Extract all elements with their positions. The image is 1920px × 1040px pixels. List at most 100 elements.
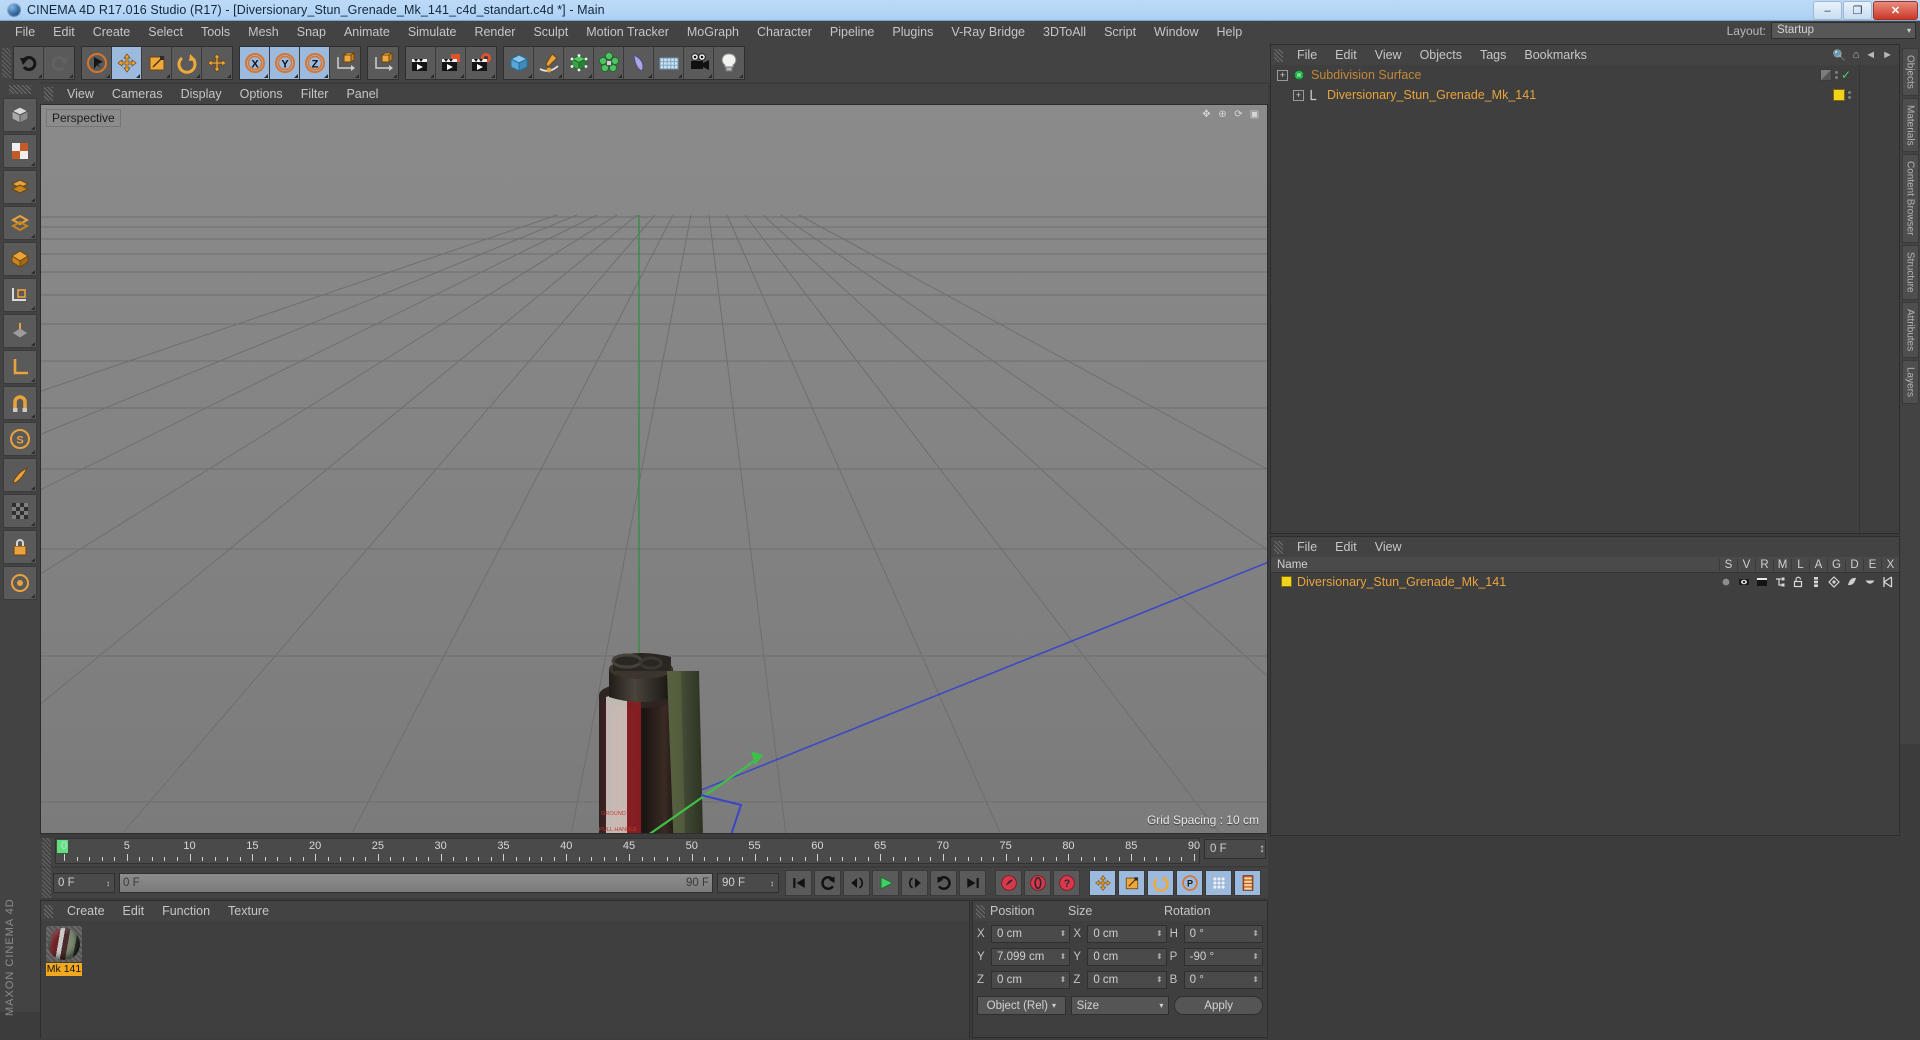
flyout-corner-icon[interactable] (31, 306, 35, 310)
coordinate-mode-dropdown[interactable]: Object (Rel) ▾ (977, 996, 1066, 1015)
add-spline-button[interactable] (534, 47, 564, 79)
visible-eye-icon[interactable] (1735, 576, 1753, 588)
object-menu-view[interactable]: View (1366, 45, 1411, 65)
layer-menu-file[interactable]: File (1288, 537, 1326, 557)
object-menu-edit[interactable]: Edit (1326, 45, 1366, 65)
flyout-corner-icon[interactable] (31, 198, 35, 202)
flyout-corner-icon[interactable] (31, 558, 35, 562)
xref-icon[interactable] (1879, 575, 1897, 588)
coordinate-system-button[interactable] (368, 47, 398, 79)
spinner-icon[interactable]: ↕ (770, 879, 774, 888)
spinner-icon[interactable]: ⬍ (1156, 975, 1166, 984)
flyout-corner-icon[interactable] (31, 414, 35, 418)
flyout-corner-icon[interactable] (196, 74, 200, 78)
material-list[interactable]: Mk 141 (41, 921, 969, 1038)
menu-file[interactable]: File (6, 21, 44, 44)
render-view-button[interactable] (406, 47, 436, 79)
flyout-corner-icon[interactable] (460, 74, 464, 78)
flyout-corner-icon[interactable] (648, 74, 652, 78)
flyout-corner-icon[interactable] (708, 74, 712, 78)
undo-button[interactable] (14, 47, 44, 79)
flyout-corner-icon[interactable] (678, 74, 682, 78)
viewport-menu-cameras[interactable]: Cameras (103, 84, 172, 104)
deformer-icon[interactable] (1843, 576, 1861, 588)
spinner-icon[interactable]: ⬍ (1252, 952, 1262, 961)
material-menu-create[interactable]: Create (58, 901, 114, 921)
flyout-corner-icon[interactable] (618, 74, 622, 78)
layer-column-s[interactable]: S (1719, 558, 1737, 571)
flyout-corner-icon[interactable] (69, 74, 73, 78)
size-x-input[interactable]: 0 cm ⬍ (1087, 924, 1167, 943)
minimize-button[interactable]: – (1813, 1, 1842, 20)
material-manager-grip[interactable] (44, 904, 53, 918)
right-tab-content-browser[interactable]: Content Browser (1901, 154, 1919, 243)
expression-icon[interactable] (1861, 576, 1879, 588)
flyout-corner-icon[interactable] (491, 74, 495, 78)
viewport-solo-button[interactable] (3, 566, 37, 600)
timeline-toggle-button[interactable] (1234, 870, 1261, 896)
add-deformer-button[interactable] (624, 47, 654, 79)
object-menu-objects[interactable]: Objects (1411, 45, 1471, 65)
viewport-menu-view[interactable]: View (58, 84, 103, 104)
frame-end-field[interactable]: 90 F ↕ (717, 873, 779, 893)
spinner-icon[interactable]: ↕ (106, 879, 110, 888)
autokeying-button[interactable] (1024, 870, 1051, 896)
layer-manager-grip[interactable] (1274, 540, 1283, 554)
layout-dropdown[interactable]: Startup ▾ (1771, 22, 1916, 39)
flyout-corner-icon[interactable] (31, 126, 35, 130)
layer-column-a[interactable]: A (1809, 558, 1827, 571)
size-y-input[interactable]: 0 cm ⬍ (1087, 947, 1167, 966)
flyout-corner-icon[interactable] (31, 594, 35, 598)
texture-tiles-button[interactable] (3, 494, 37, 528)
menu-select[interactable]: Select (139, 21, 192, 44)
menu-sculpt[interactable]: Sculpt (524, 21, 577, 44)
add-cube-button[interactable] (504, 47, 534, 79)
go-to-end-button[interactable] (959, 870, 986, 896)
menu-mesh[interactable]: Mesh (239, 21, 288, 44)
flyout-corner-icon[interactable] (430, 74, 434, 78)
pan-view-icon[interactable]: ✥ (1200, 108, 1213, 121)
redo-button[interactable] (44, 47, 74, 79)
position-key-button[interactable] (1089, 870, 1116, 896)
point-level-animation-button[interactable] (1205, 870, 1232, 896)
menu-edit[interactable]: Edit (44, 21, 84, 44)
palette-grip[interactable] (9, 85, 31, 94)
world-object-axis-button[interactable] (330, 47, 360, 79)
position-z-input[interactable]: 0 cm ⬍ (991, 970, 1071, 989)
visibility-dots[interactable] (1848, 91, 1851, 99)
layer-column-name[interactable]: Name (1271, 559, 1719, 571)
spinner-icon[interactable]: ⬍ (1060, 975, 1070, 984)
move-tool[interactable] (112, 47, 142, 79)
object-menu-file[interactable]: File (1288, 45, 1326, 65)
keyframe-selection-button[interactable]: ? (1053, 870, 1080, 896)
right-tab-materials[interactable]: Materials (1901, 97, 1919, 153)
snap-toggle-button[interactable] (3, 386, 37, 420)
spinner-icon[interactable]: ↕ (1259, 843, 1265, 855)
generator-icon[interactable] (1825, 575, 1843, 588)
object-color-tag[interactable] (1833, 89, 1845, 101)
object-menu-bookmarks[interactable]: Bookmarks (1515, 45, 1596, 65)
rotate-view-icon[interactable]: ⟳ (1232, 108, 1245, 121)
render-settings-button[interactable] (466, 47, 496, 79)
close-button[interactable]: ✕ (1873, 1, 1918, 20)
size-mode-dropdown[interactable]: Size ▾ (1070, 996, 1170, 1015)
maximize-view-icon[interactable]: ▣ (1248, 108, 1261, 121)
live-selection-tool[interactable] (82, 47, 112, 79)
menu-tools[interactable]: Tools (192, 21, 239, 44)
flyout-corner-icon[interactable] (38, 74, 42, 78)
coordinates-grip[interactable] (976, 904, 985, 918)
right-tab-attributes[interactable]: Attributes (1901, 301, 1919, 358)
layer-column-v[interactable]: V (1737, 558, 1755, 571)
search-icon[interactable]: 🔍 (1833, 49, 1847, 62)
menu-window[interactable]: Window (1145, 21, 1207, 44)
size-z-input[interactable]: 0 cm ⬍ (1087, 970, 1167, 989)
spinner-icon[interactable]: ⬍ (1060, 929, 1070, 938)
layer-column-d[interactable]: D (1845, 558, 1863, 571)
lock-z-axis-button[interactable]: Z (300, 47, 330, 79)
add-array-button[interactable] (594, 47, 624, 79)
right-tab-layers[interactable]: Layers (1901, 359, 1919, 404)
layer-column-x[interactable]: X (1881, 558, 1899, 571)
menu-animate[interactable]: Animate (335, 21, 399, 44)
animation-icon[interactable] (1807, 576, 1825, 588)
layer-column-e[interactable]: E (1863, 558, 1881, 571)
